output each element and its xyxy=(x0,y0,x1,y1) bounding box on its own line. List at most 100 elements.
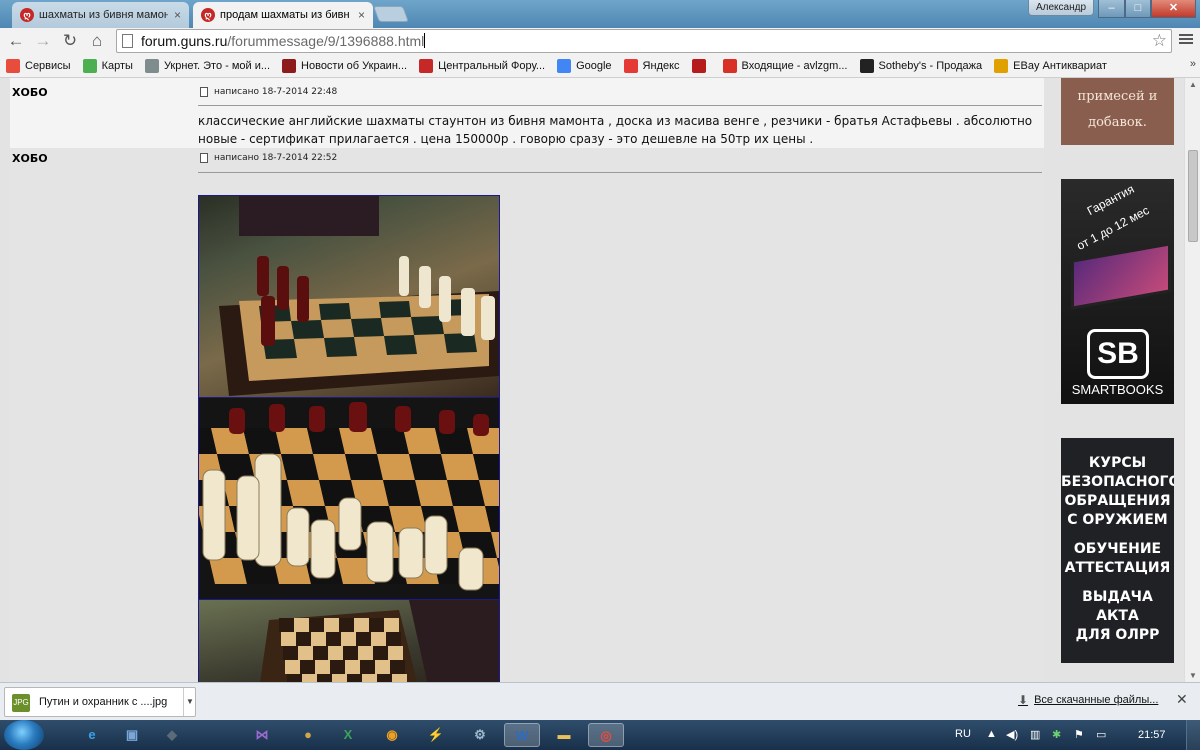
media-icon[interactable]: ● xyxy=(290,723,326,747)
profile-button[interactable]: Александр xyxy=(1028,0,1094,16)
google-icon xyxy=(557,58,572,73)
divider xyxy=(198,105,1042,106)
network-icon[interactable]: ▥ xyxy=(1030,728,1040,741)
utorrent-icon[interactable]: ✱ xyxy=(1052,728,1061,741)
ad-banner[interactable]: примесей и добавок. xyxy=(1061,78,1174,145)
clock[interactable]: 21:57 xyxy=(1138,729,1166,741)
laptop-image xyxy=(1071,242,1171,310)
excel-icon[interactable]: X xyxy=(330,723,366,747)
ad-smartbooks[interactable]: Гарантия от 1 до 12 мес SB SMARTBOOKS xyxy=(1061,179,1174,404)
back-icon[interactable]: ← xyxy=(5,31,27,51)
sothebys-icon xyxy=(859,58,874,73)
bookmark-sothebys[interactable]: Sotheby's - Продажа xyxy=(859,58,983,73)
forum-post: ХОБО написано 18-7-2014 22:52 xyxy=(10,148,1044,682)
ad-text: ВЫДАЧА АКТА xyxy=(1082,589,1153,624)
bookmark-ukrnet[interactable]: Укрнет. Это - мой и... xyxy=(144,58,271,73)
forum-favicon-icon: ღ xyxy=(20,8,34,22)
scroll-down-icon[interactable]: ▼ xyxy=(1189,671,1197,680)
tool-icon[interactable]: ⚙ xyxy=(462,723,498,747)
chart-icon xyxy=(691,58,706,73)
menu-icon[interactable] xyxy=(1178,32,1194,48)
scrollbar-thumb[interactable] xyxy=(1188,150,1198,242)
bookmark-google[interactable]: Google xyxy=(557,58,612,73)
ad-weapons-course[interactable]: КУРСЫ БЕЗОПАСНОГО ОБРАЩЕНИЯ С ОРУЖИЕМ ОБ… xyxy=(1061,438,1174,663)
start-button[interactable] xyxy=(4,720,44,750)
close-shelf-icon[interactable]: ✕ xyxy=(1176,691,1188,708)
winamp-icon[interactable]: ⚡ xyxy=(418,723,454,747)
bookmarks-overflow-icon[interactable]: » xyxy=(1190,58,1196,70)
bookmark-yandex[interactable]: Яндекс xyxy=(623,58,680,73)
url-text[interactable]: forum.guns.ru/forummessage/9/1396888.htm… xyxy=(141,33,426,49)
word-icon[interactable]: W xyxy=(504,723,540,747)
post-author[interactable]: ХОБО xyxy=(12,86,48,99)
bookmark-ebay[interactable]: EBay Антиквариат xyxy=(994,58,1107,73)
ad-text: КУРСЫ xyxy=(1088,455,1147,471)
tray-arrow-icon[interactable]: ▲ xyxy=(986,728,997,740)
vertical-scrollbar[interactable]: ▲ ▼ xyxy=(1184,78,1200,682)
app-icon[interactable]: ◆ xyxy=(154,723,190,747)
forum-icon xyxy=(419,58,434,73)
bookmark-gmail[interactable]: Входящие - avlzgm... xyxy=(722,58,848,73)
bookmark-star-icon[interactable]: ☆ xyxy=(1152,31,1167,51)
download-icon: ⬇ xyxy=(1018,693,1029,707)
vs-icon[interactable]: ⋈ xyxy=(244,723,280,747)
tab-close-icon[interactable]: × xyxy=(174,8,181,22)
document-icon xyxy=(200,153,208,163)
url-host: forum.guns.ru xyxy=(141,33,228,49)
bookmark-news[interactable]: Новости об Украин... xyxy=(282,58,408,73)
browser-toolbar: ← → ↻ ⌂ forum.guns.ru/forummessage/9/139… xyxy=(0,28,1200,54)
url-path: /forummessage/9/1396888.html xyxy=(227,33,425,49)
bookmark-chart[interactable] xyxy=(691,58,711,73)
bookmark-label: Новости об Украин... xyxy=(301,59,408,72)
chrome-icon[interactable]: ◎ xyxy=(588,723,624,747)
save-icon[interactable]: ▣ xyxy=(114,723,150,747)
scroll-up-icon[interactable]: ▲ xyxy=(1189,80,1197,89)
post-body: классические английские шахматы стаунтон… xyxy=(198,114,1033,146)
folder-icon[interactable]: ▬ xyxy=(546,723,582,747)
close-button[interactable]: ✕ xyxy=(1151,0,1196,18)
monitor-icon[interactable]: ▭ xyxy=(1096,728,1106,741)
tab-inactive[interactable]: ღ шахматы из бивня мамон × xyxy=(12,2,189,28)
maximize-button[interactable]: □ xyxy=(1125,0,1151,18)
post-meta: написано 18-7-2014 22:52 xyxy=(200,153,337,163)
tab-close-icon[interactable]: × xyxy=(358,8,365,22)
chess-photo[interactable] xyxy=(198,397,500,600)
address-bar[interactable]: forum.guns.ru/forummessage/9/1396888.htm… xyxy=(116,29,1172,53)
news-icon xyxy=(282,58,297,73)
new-tab-button[interactable] xyxy=(373,6,409,22)
home-icon[interactable]: ⌂ xyxy=(86,31,108,51)
bookmark-label: Карты xyxy=(101,59,133,72)
volume-icon[interactable]: ◀) xyxy=(1006,728,1018,741)
show-desktop-button[interactable] xyxy=(1186,720,1200,750)
ad-text: примесей и xyxy=(1077,89,1158,104)
bookmark-label: Сервисы xyxy=(25,59,71,72)
post-meta: написано 18-7-2014 22:48 xyxy=(200,87,337,97)
bookmark-label: Sotheby's - Продажа xyxy=(878,59,983,72)
post-date: написано 18-7-2014 22:52 xyxy=(214,153,338,163)
smartbooks-logo: SB xyxy=(1087,329,1149,379)
download-item[interactable]: JPG Путин и охранник с ....jpg ▼ xyxy=(4,687,196,717)
bookmark-label: Входящие - avlzgm... xyxy=(741,59,848,72)
bookmark-forum[interactable]: Центральный Фору... xyxy=(419,58,545,73)
flag-icon[interactable]: ⚑ xyxy=(1074,728,1084,741)
chess-photo[interactable] xyxy=(198,195,500,398)
aimp-icon[interactable]: ◉ xyxy=(374,723,410,747)
bookmark-apps[interactable]: Сервисы xyxy=(6,58,71,73)
post-author[interactable]: ХОБО xyxy=(12,152,48,165)
apps-icon xyxy=(6,58,20,73)
tab-active[interactable]: ღ продам шахматы из бивн × xyxy=(193,2,373,28)
ad-text: ОБРАЩЕНИЯ xyxy=(1064,493,1171,509)
forward-icon[interactable]: → xyxy=(32,31,54,51)
language-indicator[interactable]: RU xyxy=(955,728,971,740)
reload-icon[interactable]: ↻ xyxy=(59,31,81,51)
minimize-button[interactable]: – xyxy=(1098,0,1125,18)
chess-photo[interactable] xyxy=(198,599,500,682)
ad-text: от 1 до 12 мес xyxy=(1074,203,1152,253)
ie-icon[interactable]: e xyxy=(74,723,110,747)
windows-taskbar: RU ▲ ◀) ▥ ✱ ⚑ ▭ 21:57 e ▣ ◆ ⋈ ● X ◉ ⚡ ⚙ W ▬ ◎ xyxy=(0,720,1200,750)
forum-favicon-icon: ღ xyxy=(201,8,215,22)
bookmark-maps[interactable]: Карты xyxy=(82,58,133,73)
chevron-down-icon[interactable]: ▼ xyxy=(183,688,196,716)
bookmark-label: Укрнет. Это - мой и... xyxy=(163,59,271,72)
all-downloads-link[interactable]: ⬇ Все скачанные файлы... xyxy=(1018,693,1158,707)
